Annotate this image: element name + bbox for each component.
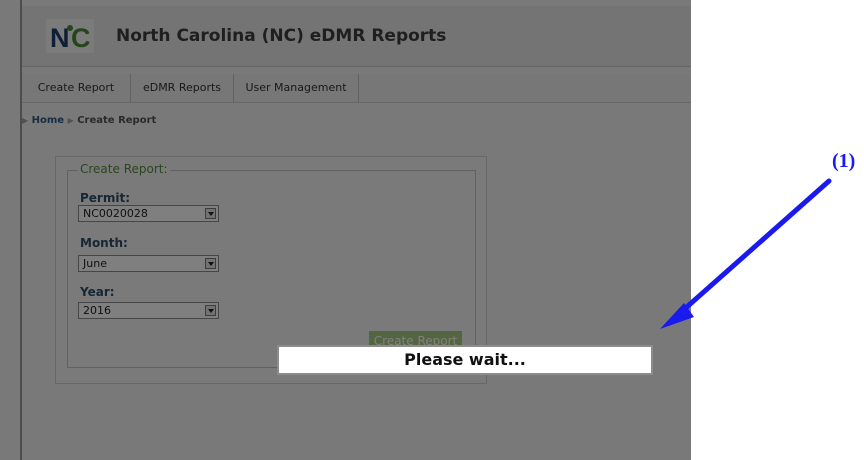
annotation-arrow-icon: [660, 178, 832, 329]
